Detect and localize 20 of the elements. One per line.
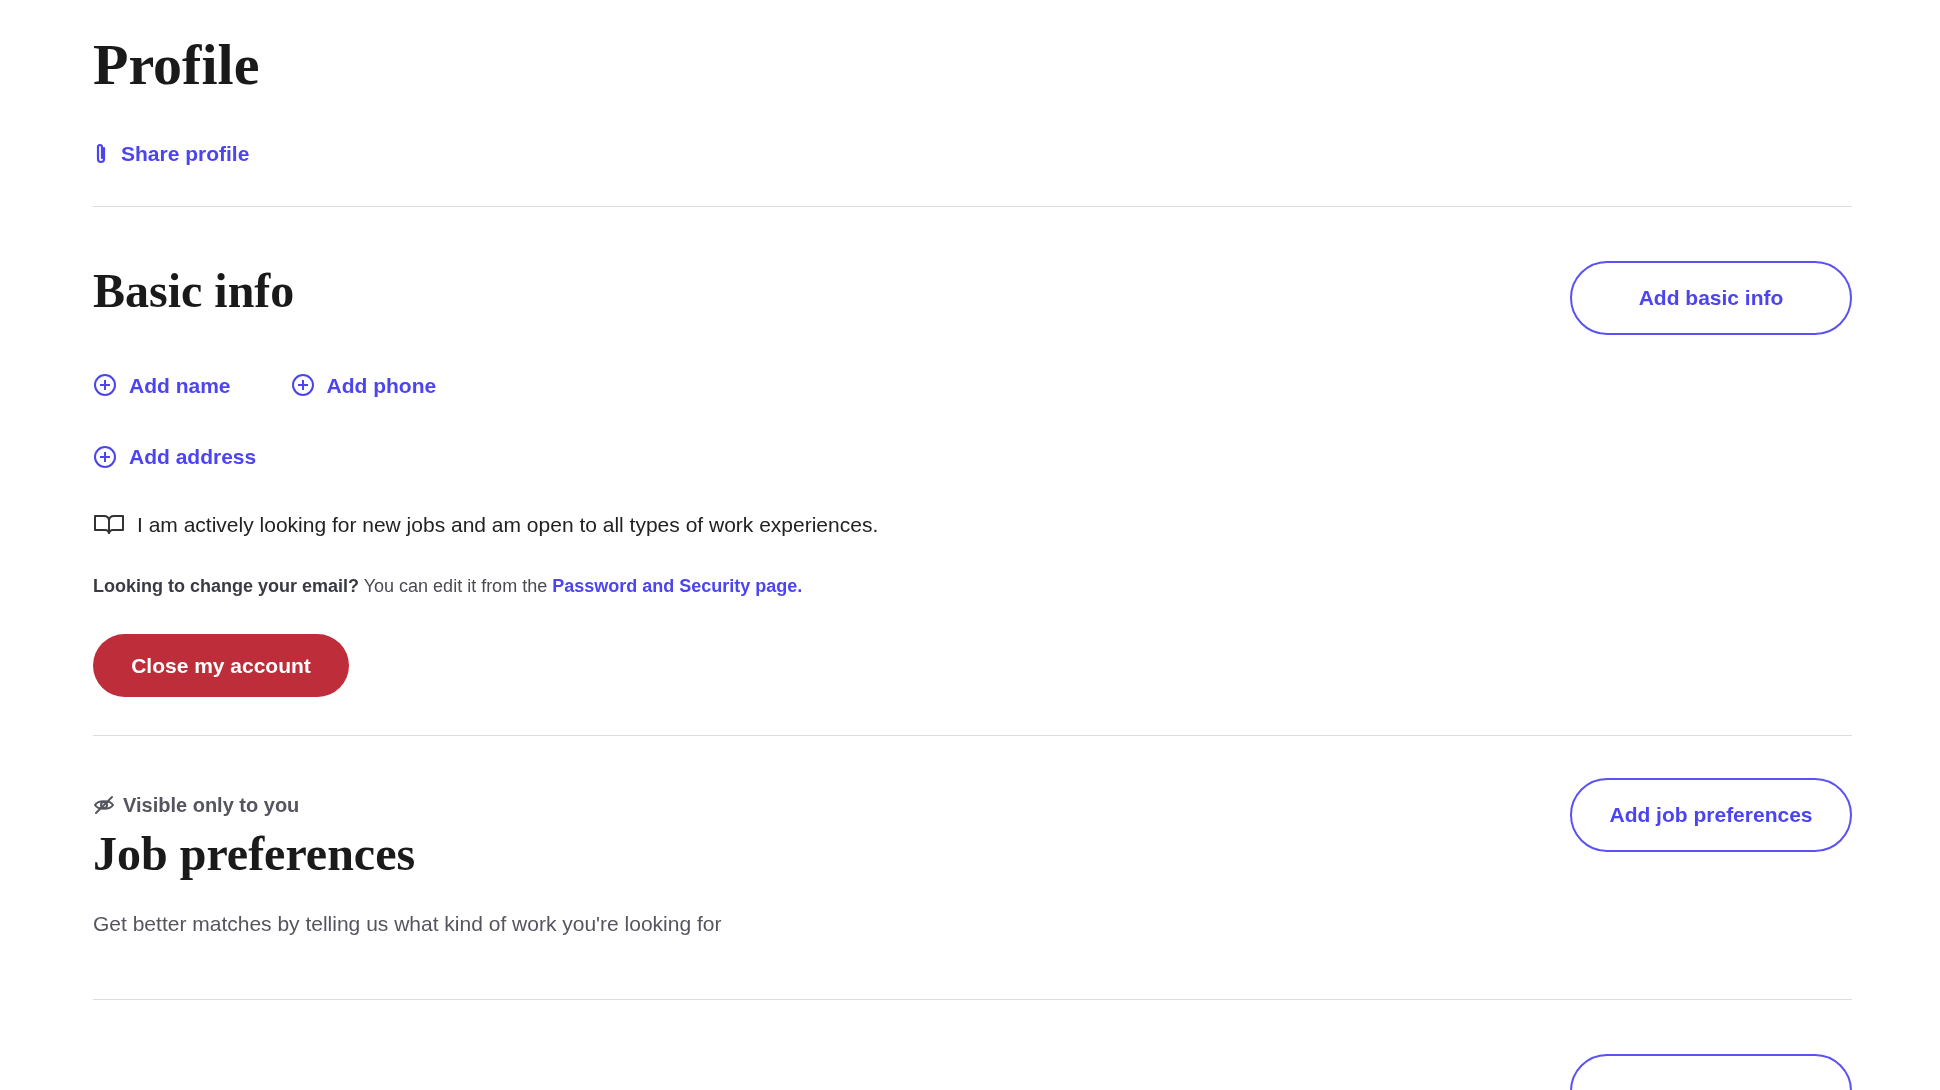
plus-circle-icon [93, 444, 117, 469]
add-link[interactable]: Add address [93, 441, 257, 473]
add-job-preferences-button[interactable]: Add job preferences [1570, 778, 1852, 852]
close-account-button[interactable]: Close my account [93, 634, 349, 697]
add-link[interactable]: Add name [93, 369, 231, 401]
hidden-eye-icon [93, 795, 115, 815]
availability-statement: I am actively looking for new jobs and am open to all types of work experiences. [137, 511, 879, 538]
section-description: Get better matches by telling us what kind of work you're looking for [93, 911, 722, 937]
section-heading: Basic info [93, 262, 295, 319]
password-security-link[interactable]: Password and Security page. [552, 576, 803, 596]
share-profile-link[interactable]: Share profile [93, 138, 250, 170]
plus-circle-icon [93, 373, 117, 398]
add-basic-info-button[interactable]: Add basic info [1570, 260, 1852, 335]
plus-circle-icon [290, 373, 315, 398]
section-heading: Job preferences [93, 826, 416, 882]
email-change-note: Looking to change your email? You can edit it from the Password and Security page. [93, 575, 803, 598]
page-title: Profile [93, 31, 260, 99]
book-icon [93, 513, 125, 536]
visibility-label: Visible only to you [123, 793, 300, 818]
add-link[interactable]: Add phone [290, 369, 437, 401]
